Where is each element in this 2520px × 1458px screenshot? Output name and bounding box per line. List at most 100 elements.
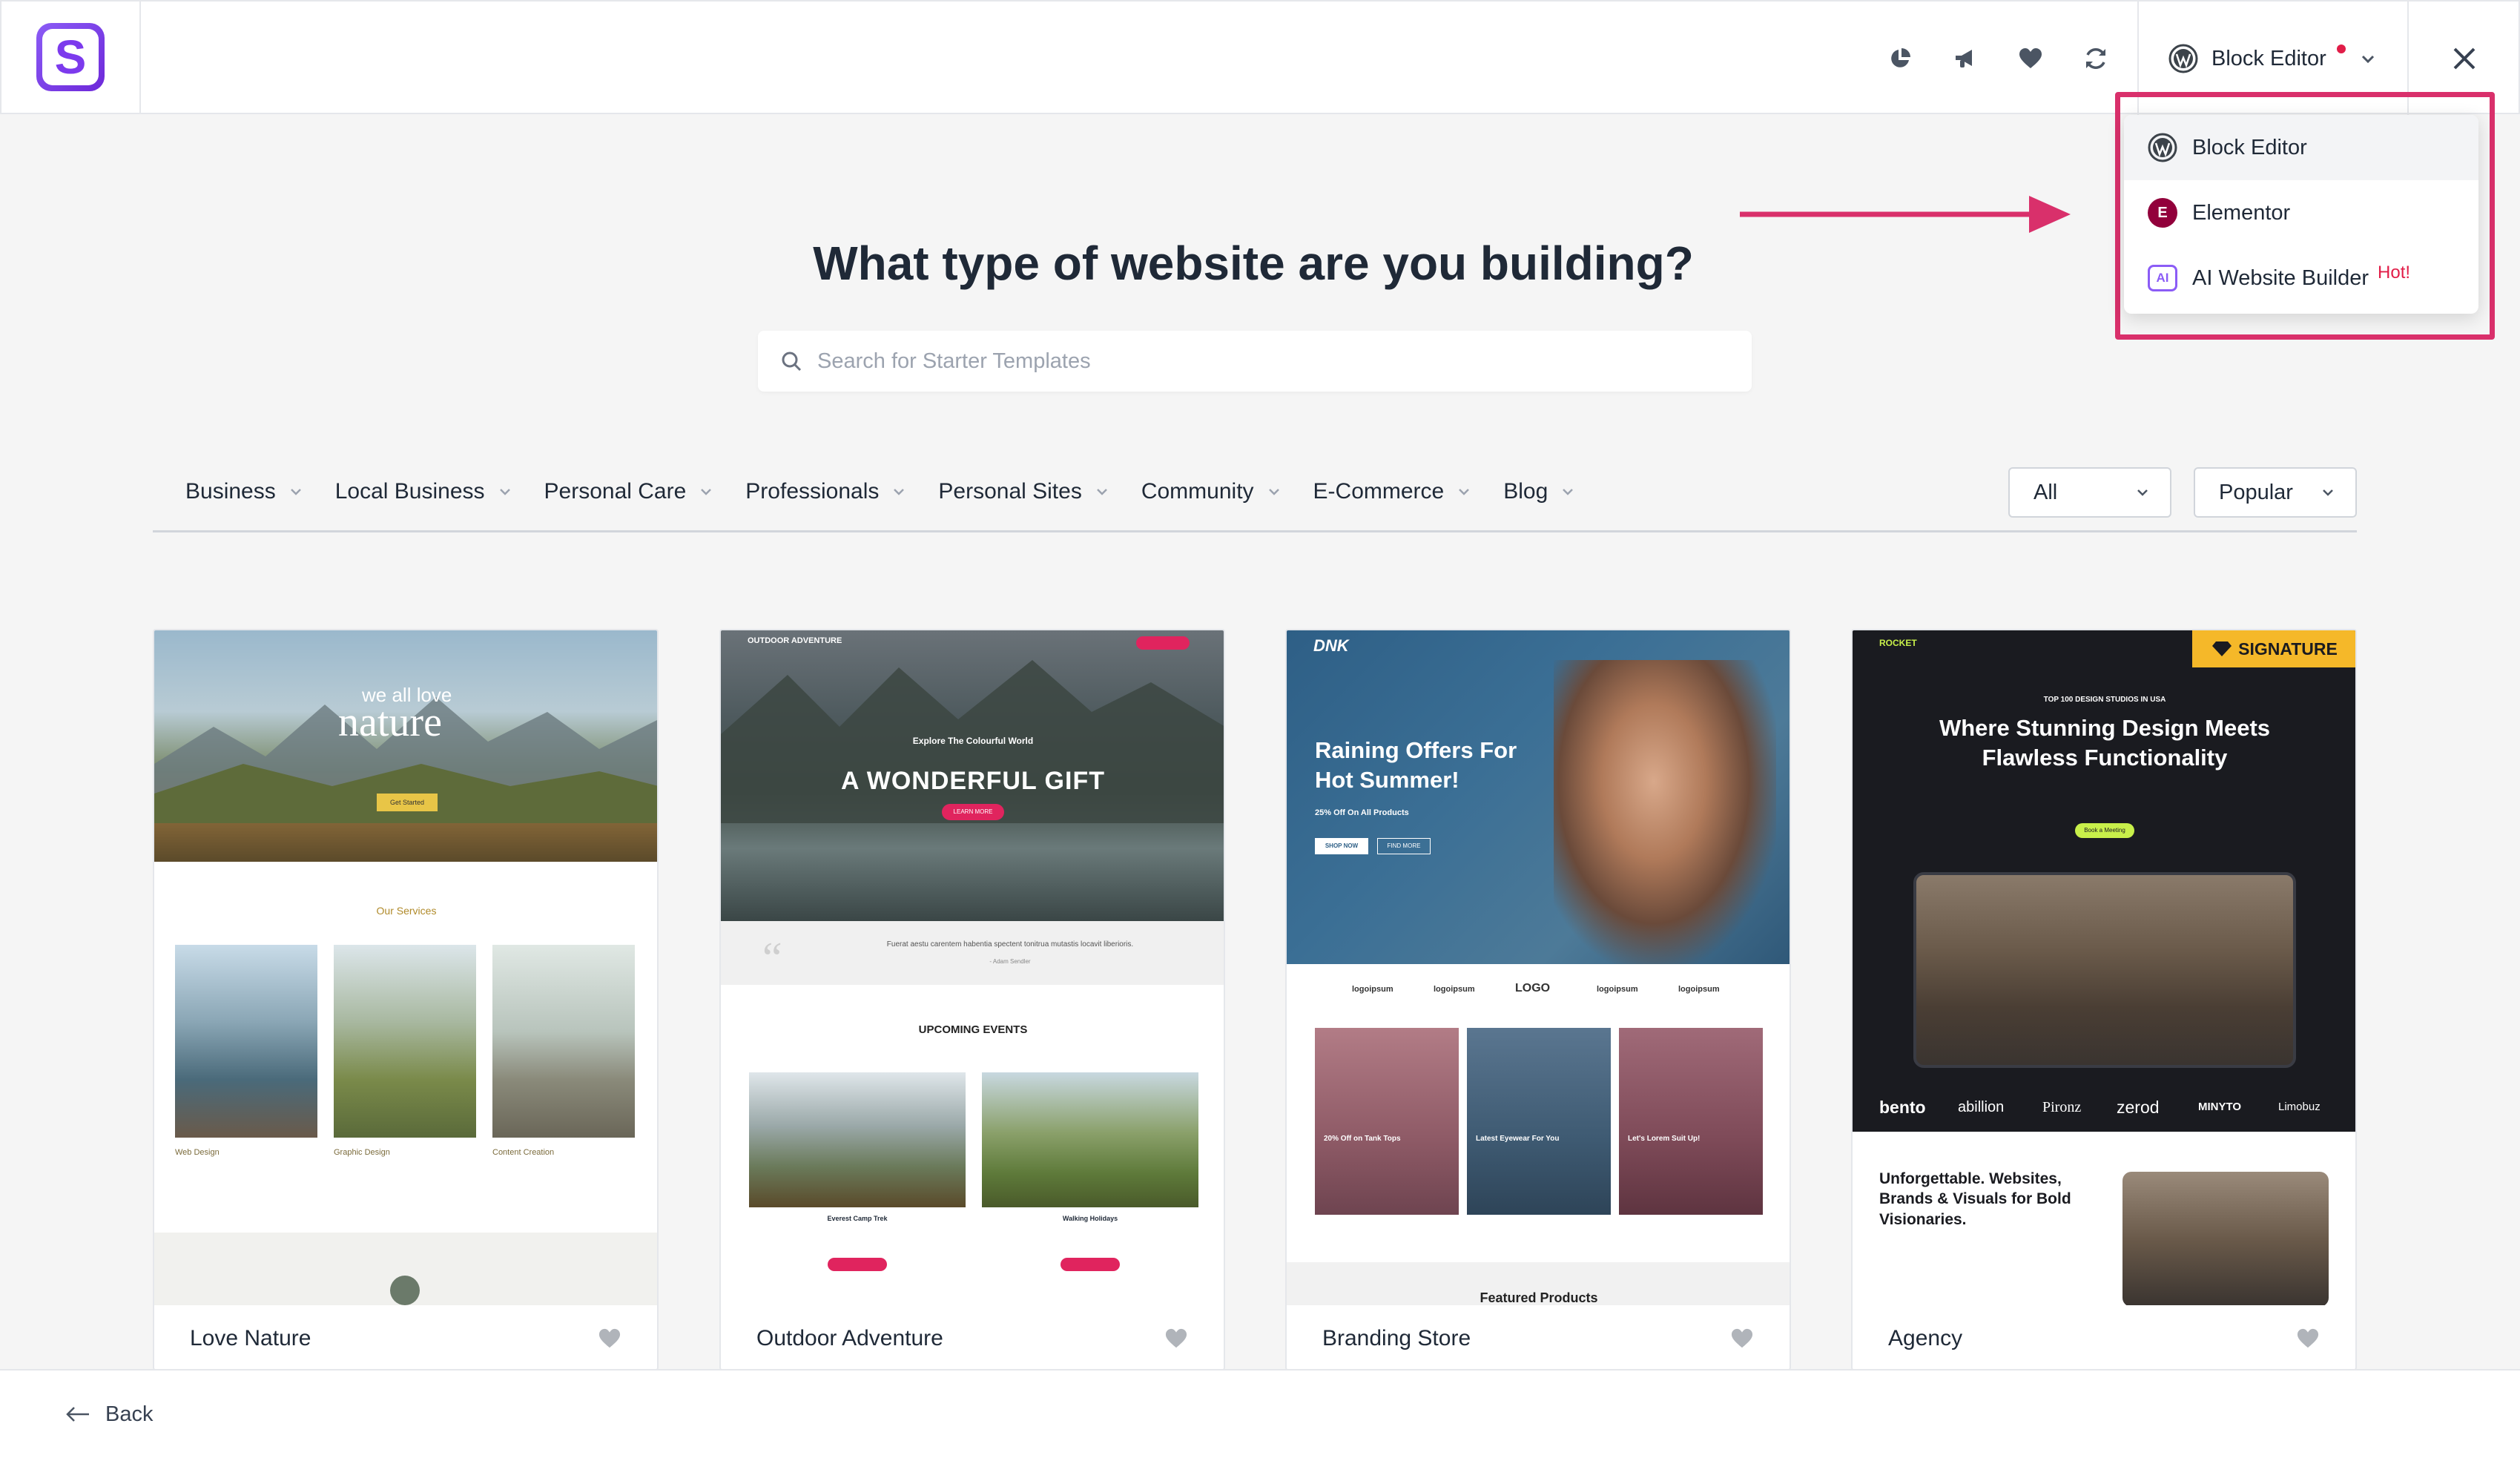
category-e-commerce[interactable]: E-Commerce (1313, 479, 1473, 504)
client-logo: bento (1879, 1098, 1926, 1117)
hero-title: Where Stunning Design Meets Flawless Fun… (1939, 715, 2271, 771)
event-image (982, 1072, 1198, 1207)
chevron-down-icon (499, 489, 510, 495)
category-community[interactable]: Community (1141, 479, 1282, 504)
heart-icon[interactable] (2296, 1327, 2320, 1350)
template-preview[interactable]: OUTDOOR ADVENTURE Explore The Colourful … (721, 630, 1224, 1305)
brand-name: ROCKET (1879, 638, 1917, 648)
category-professionals[interactable]: Professionals (745, 479, 907, 504)
template-name: Agency (1888, 1326, 1963, 1350)
heart-icon[interactable] (2016, 44, 2045, 73)
template-card-agency[interactable]: SIGNATURE ROCKET TOP 100 DESIGN STUDIOS … (1851, 629, 2357, 1370)
category-label: E-Commerce (1313, 479, 1445, 504)
model-photo (1554, 660, 1776, 964)
product-tile (1467, 1028, 1611, 1215)
category-label: Personal Sites (938, 479, 1082, 504)
chevron-down-icon (2137, 489, 2148, 496)
template-preview[interactable]: we all love nature Get Started Our Servi… (154, 630, 657, 1305)
builder-selector-label: Block Editor (2211, 46, 2326, 70)
service-image (175, 945, 317, 1138)
search-icon (782, 352, 802, 372)
category-label: Professionals (745, 479, 880, 504)
category-local-business[interactable]: Local Business (335, 479, 513, 504)
quote-text: Fuerat aestu carentem habentia spectent … (886, 940, 1134, 949)
back-label: Back (105, 1402, 154, 1426)
template-preview[interactable]: DNK Raining Offers For Hot Summer! 25% O… (1287, 630, 1790, 1305)
category-personal-care[interactable]: Personal Care (544, 479, 715, 504)
chevron-down-icon (2361, 55, 2374, 64)
megaphone-icon[interactable] (1950, 44, 1980, 73)
client-logo: logoipsum (1678, 985, 1720, 994)
chevron-down-icon (2323, 489, 2333, 496)
search-input[interactable] (817, 349, 1707, 374)
wordpress-icon (2168, 44, 2198, 73)
quote-section (721, 921, 1224, 985)
hero-subtitle: 25% Off On All Products (1315, 808, 1409, 817)
category-label: Local Business (334, 479, 485, 504)
chevron-down-icon (1096, 489, 1107, 495)
template-card-footer: Outdoor Adventure (721, 1305, 1224, 1369)
brand-name: DNK (1313, 636, 1349, 655)
search-box[interactable] (758, 331, 1752, 392)
template-preview[interactable]: SIGNATURE ROCKET TOP 100 DESIGN STUDIOS … (1853, 630, 2355, 1305)
template-card-outdoor-adventure[interactable]: OUTDOOR ADVENTURE Explore The Colourful … (719, 629, 1225, 1370)
hero-kicker: Explore The Colourful World (912, 736, 1034, 746)
chevron-down-icon (894, 489, 905, 495)
template-card-love-nature[interactable]: we all love nature Get Started Our Servi… (153, 629, 659, 1370)
quote-icon: “ (762, 934, 782, 983)
heart-icon[interactable] (1164, 1327, 1188, 1350)
sync-icon[interactable] (2081, 44, 2111, 73)
client-logo: logoipsum (1597, 985, 1638, 994)
category-business[interactable]: Business (185, 479, 304, 504)
bottom-bar: Back (0, 1369, 2520, 1458)
template-card-footer: Agency (1853, 1305, 2355, 1369)
category-label: Community (1141, 479, 1254, 504)
template-card-branding-store[interactable]: DNK Raining Offers For Hot Summer! 25% O… (1285, 629, 1791, 1370)
heart-icon[interactable] (598, 1327, 621, 1350)
category-bar: Business Local Business Personal Care Pr… (153, 467, 2357, 532)
dropdown-item-block-editor[interactable]: Block Editor (2124, 115, 2478, 180)
template-name: Outdoor Adventure (756, 1326, 943, 1350)
app-logo[interactable]: S (36, 23, 105, 91)
client-logo: Limobuz (2278, 1101, 2321, 1113)
category-blog[interactable]: Blog (1503, 479, 1576, 504)
product-tile-title: Let's Lorem Suit Up! (1628, 1135, 1701, 1143)
client-logo: MINYTO (2198, 1101, 2242, 1113)
arrow-left-icon (66, 1407, 89, 1422)
category-list: Business Local Business Personal Care Pr… (185, 479, 1576, 504)
hero-cta: Book a Meeting (2075, 823, 2134, 838)
heart-icon[interactable] (1730, 1327, 1754, 1350)
notification-dot (2336, 44, 2346, 53)
quote-author: - Adam Sendler (989, 958, 1031, 965)
chevron-down-icon (290, 489, 301, 495)
service-label: Web Design (175, 1148, 220, 1157)
pie-chart-icon[interactable] (1885, 44, 1915, 73)
signature-badge: SIGNATURE (2192, 630, 2355, 667)
chevron-down-icon (1563, 489, 1574, 495)
sort-select[interactable]: Popular (2194, 467, 2357, 518)
template-name: Love Nature (190, 1326, 311, 1350)
event-cta (1061, 1258, 1120, 1271)
type-filter-select[interactable]: All (2008, 467, 2171, 518)
client-logo: LOGO (1515, 982, 1551, 994)
category-personal-sites[interactable]: Personal Sites (938, 479, 1109, 504)
client-logo: zerod (2117, 1098, 2160, 1117)
agency-tagline: Unforgettable. Websites, Brands & Visual… (1879, 1170, 2071, 1228)
avatar (390, 1276, 420, 1305)
category-label: Personal Care (544, 479, 687, 504)
back-button[interactable]: Back (65, 1402, 153, 1427)
chevron-down-icon (1459, 489, 1470, 495)
product-tile (1315, 1028, 1459, 1215)
service-label: Graphic Design (334, 1148, 390, 1157)
dropdown-item-label: Block Editor (2192, 135, 2307, 159)
client-logo: Pironz (2042, 1099, 2082, 1115)
dropdown-item-label: Elementor (2192, 200, 2291, 225)
hero-cta: LEARN MORE (942, 804, 1004, 820)
diamond-icon (2212, 641, 2232, 656)
hero-cta: SHOP NOW (1315, 838, 1368, 854)
event-image (749, 1072, 966, 1207)
section-title: UPCOMING EVENTS (918, 1023, 1028, 1036)
close-icon (2453, 47, 2476, 70)
category-label: Business (185, 479, 276, 504)
client-logo: logoipsum (1434, 985, 1475, 994)
